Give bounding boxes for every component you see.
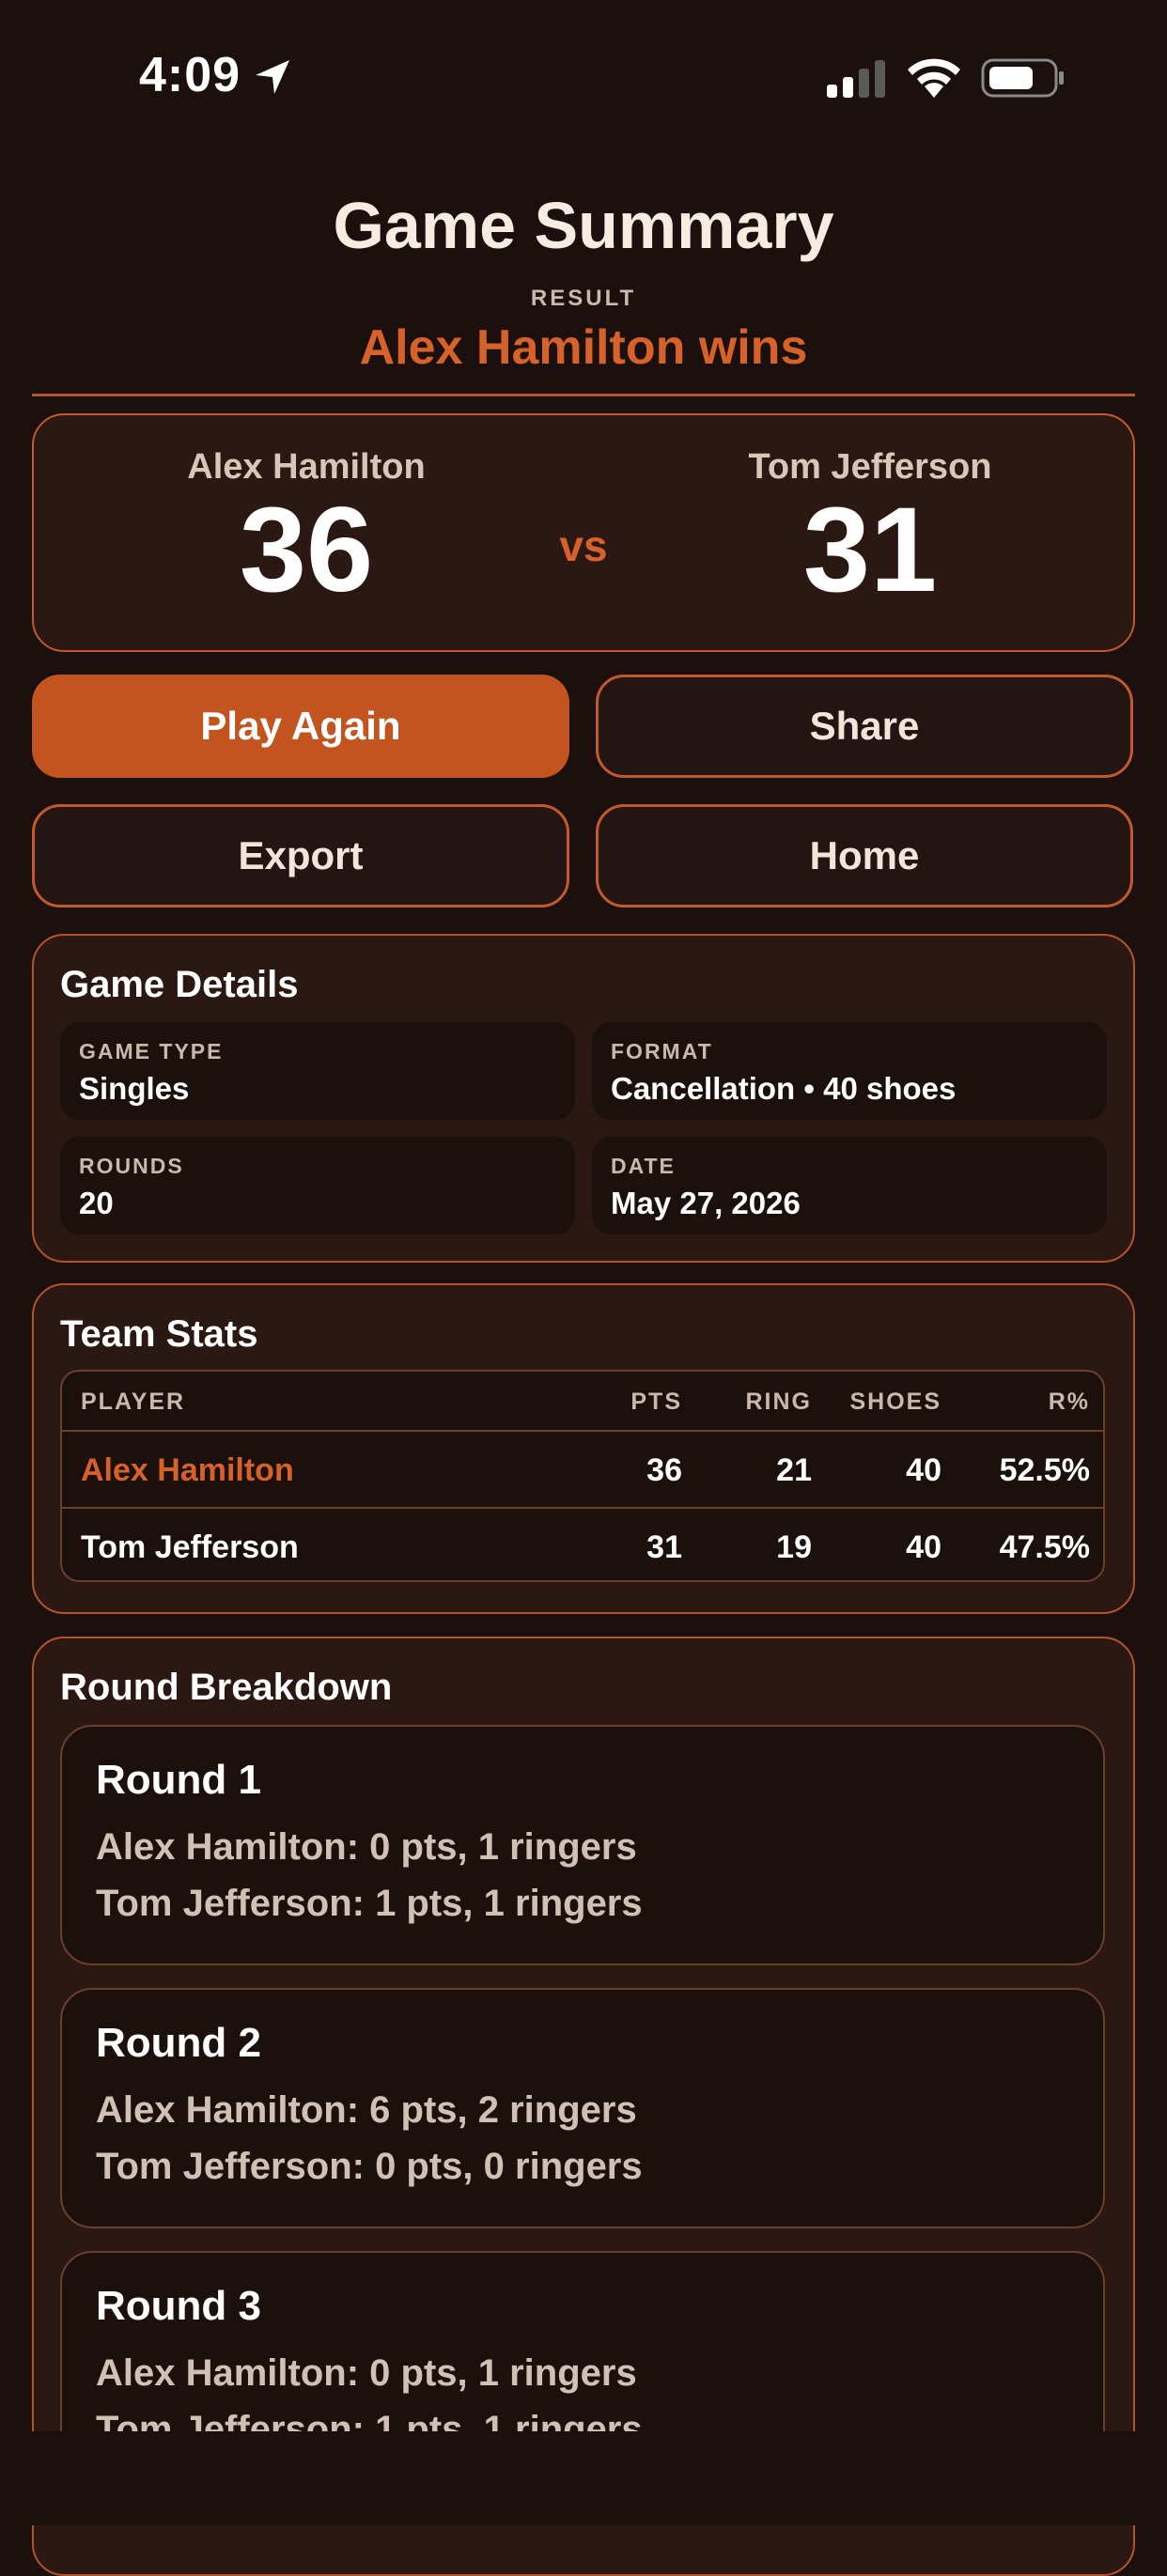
status-time: 4:09 bbox=[139, 48, 241, 102]
round-line: Alex Hamilton: 6 pts, 2 ringers bbox=[96, 2089, 637, 2131]
team-stats-card: Team Stats PLAYER PTS RING SHOES R% Alex… bbox=[32, 1283, 1135, 1614]
detail-value: 20 bbox=[79, 1186, 114, 1220]
detail-value: May 27, 2026 bbox=[611, 1186, 801, 1220]
column-header-pts: PTS bbox=[630, 1389, 682, 1415]
scoreboard-right-player: Tom Jefferson 31 bbox=[673, 447, 1067, 612]
left-player-name: Alex Hamilton bbox=[187, 447, 426, 487]
game-details-title: Game Details bbox=[60, 964, 299, 1005]
table-row: Tom Jefferson 31 19 40 47.5% bbox=[62, 1507, 1103, 1580]
right-player-score: 31 bbox=[802, 483, 938, 617]
round-card-2: Round 2 Alex Hamilton: 6 pts, 2 ringers … bbox=[60, 1988, 1105, 2228]
table-row: Alex Hamilton 36 21 40 52.5% bbox=[62, 1430, 1103, 1509]
game-details-card: Game Details GAME TYPE Singles FORMAT Ca… bbox=[32, 934, 1135, 1263]
stats-table: PLAYER PTS RING SHOES R% Alex Hamilton 3… bbox=[60, 1370, 1105, 1582]
column-header-shoes: SHOES bbox=[849, 1389, 941, 1415]
round-title: Round 1 bbox=[96, 1757, 261, 1803]
status-bar: 4:09 bbox=[0, 0, 1167, 150]
export-button[interactable]: Export bbox=[32, 804, 569, 908]
location-arrow-icon bbox=[252, 56, 293, 102]
result-label: RESULT bbox=[530, 286, 637, 311]
right-player-name: Tom Jefferson bbox=[748, 447, 992, 487]
player-pts: 36 bbox=[646, 1452, 682, 1488]
table-header-row: PLAYER PTS RING SHOES R% bbox=[62, 1372, 1103, 1430]
round-title: Round 2 bbox=[96, 2020, 261, 2066]
scoreboard-left-player: Alex Hamilton 36 bbox=[109, 447, 504, 612]
detail-date: DATE May 27, 2026 bbox=[592, 1137, 1107, 1234]
column-header-player: PLAYER bbox=[81, 1389, 186, 1415]
detail-rounds: ROUNDS 20 bbox=[60, 1137, 575, 1234]
detail-label: ROUNDS bbox=[79, 1154, 184, 1178]
battery-icon bbox=[981, 58, 1066, 102]
scoreboard: Alex Hamilton 36 vs Tom Jefferson 31 bbox=[32, 413, 1135, 652]
round-line: Alex Hamilton: 0 pts, 1 ringers bbox=[96, 1826, 637, 1868]
player-name: Alex Hamilton bbox=[81, 1452, 294, 1488]
vs-label: vs bbox=[559, 521, 608, 570]
detail-format: FORMAT Cancellation • 40 shoes bbox=[592, 1022, 1107, 1120]
round-card-1: Round 1 Alex Hamilton: 0 pts, 1 ringers … bbox=[60, 1725, 1105, 1965]
column-header-rpct: R% bbox=[1048, 1389, 1090, 1415]
page-title: Game Summary bbox=[333, 189, 834, 262]
detail-label: DATE bbox=[611, 1154, 676, 1178]
round-title: Round 3 bbox=[96, 2283, 261, 2329]
player-rpct: 52.5% bbox=[999, 1452, 1090, 1488]
player-shoes: 40 bbox=[906, 1452, 941, 1488]
player-name: Tom Jefferson bbox=[81, 1529, 299, 1565]
player-pts: 31 bbox=[646, 1529, 682, 1565]
team-stats-title: Team Stats bbox=[60, 1313, 258, 1355]
player-ring: 19 bbox=[776, 1529, 812, 1565]
detail-value: Singles bbox=[79, 1071, 190, 1106]
winner-text: Alex Hamilton wins bbox=[359, 320, 808, 375]
detail-value: Cancellation • 40 shoes bbox=[611, 1071, 957, 1106]
cellular-signal-icon bbox=[825, 60, 889, 102]
bottom-safe-area bbox=[0, 2431, 1167, 2525]
home-button[interactable]: Home bbox=[596, 804, 1133, 908]
round-line: Tom Jefferson: 1 pts, 1 ringers bbox=[96, 1883, 643, 1924]
play-again-button[interactable]: Play Again bbox=[32, 675, 569, 778]
header-divider bbox=[32, 394, 1135, 396]
round-breakdown-title: Round Breakdown bbox=[60, 1667, 393, 1708]
left-player-score: 36 bbox=[239, 483, 374, 617]
column-header-ring: RING bbox=[745, 1389, 812, 1415]
player-shoes: 40 bbox=[906, 1529, 941, 1565]
wifi-icon bbox=[904, 56, 964, 104]
player-ring: 21 bbox=[776, 1452, 812, 1488]
share-button[interactable]: Share bbox=[596, 675, 1133, 778]
detail-label: GAME TYPE bbox=[79, 1039, 224, 1063]
round-line: Tom Jefferson: 0 pts, 0 ringers bbox=[96, 2146, 643, 2187]
round-line: Alex Hamilton: 0 pts, 1 ringers bbox=[96, 2352, 637, 2394]
player-rpct: 47.5% bbox=[999, 1529, 1090, 1565]
detail-game-type: GAME TYPE Singles bbox=[60, 1022, 575, 1120]
detail-label: FORMAT bbox=[611, 1039, 713, 1063]
